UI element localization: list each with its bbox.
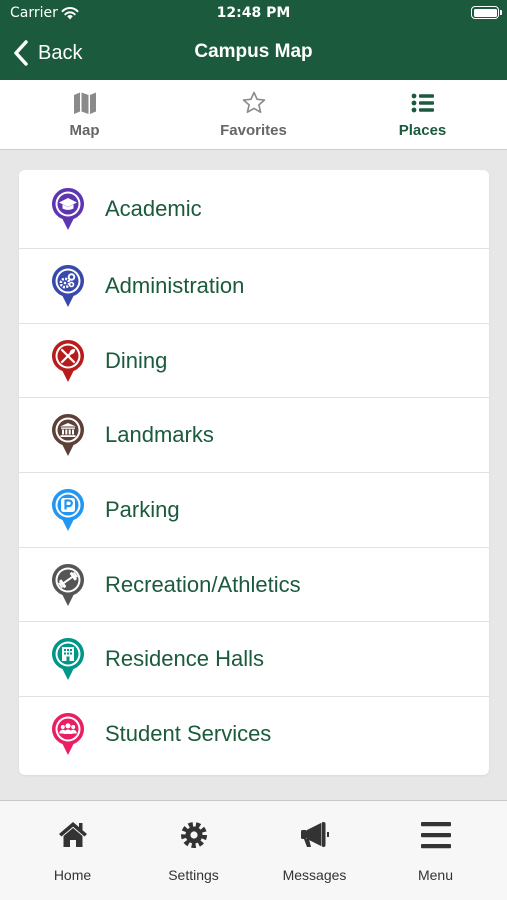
place-label: Dining	[105, 347, 168, 373]
gear-icon	[180, 822, 207, 848]
list-icon	[411, 93, 434, 113]
nav-settings[interactable]: Settings	[133, 801, 254, 900]
tab-label: Places	[398, 122, 447, 139]
place-item-administration[interactable]: Administration	[19, 249, 489, 324]
tab-label: Map	[69, 122, 100, 139]
place-item-student-services[interactable]: Student Services	[19, 697, 489, 772]
map-icon	[73, 92, 96, 114]
status-bar: Carrier 12:48 PM	[0, 0, 507, 26]
battery-icon	[471, 6, 502, 19]
place-label: Student Services	[105, 721, 272, 747]
place-item-recreation-athletics[interactable]: Recreation/Athletics	[19, 548, 489, 623]
landmark-icon	[52, 414, 84, 457]
tab-label: Favorites	[220, 122, 287, 139]
bottom-navigation: Home Settings Messages Menu	[0, 800, 507, 900]
place-label: Residence Halls	[105, 646, 264, 672]
place-item-dining[interactable]: Dining	[19, 324, 489, 399]
navigation-bar: Back Campus Map	[0, 26, 507, 80]
nav-label: Settings	[168, 867, 219, 883]
place-label: Recreation/Athletics	[105, 571, 301, 597]
clock-label: 12:48 PM	[216, 5, 291, 21]
place-item-academic[interactable]: Academic	[19, 170, 489, 249]
home-icon	[58, 822, 87, 847]
nav-label: Menu	[417, 867, 454, 883]
page-title: Campus Map	[194, 41, 313, 62]
nav-home[interactable]: Home	[12, 801, 133, 900]
tab-places[interactable]: Places	[338, 80, 507, 149]
place-item-landmarks[interactable]: Landmarks	[19, 398, 489, 474]
place-label: Academic	[105, 196, 202, 221]
tab-map[interactable]: Map	[0, 80, 169, 149]
place-label: Parking	[105, 496, 180, 522]
nav-label: Messages	[282, 867, 347, 883]
megaphone-icon	[300, 822, 329, 847]
nav-messages[interactable]: Messages	[254, 801, 375, 900]
graduation-cap-icon	[52, 187, 84, 230]
gears-icon	[52, 264, 84, 307]
star-outline-icon	[242, 91, 265, 113]
tab-favorites[interactable]: Favorites	[169, 80, 338, 149]
place-label: Administration	[105, 272, 245, 298]
parking-icon	[52, 488, 84, 531]
utensils-icon	[52, 339, 84, 382]
view-tabs: Map Favorites Places	[0, 80, 507, 150]
place-item-residence-halls[interactable]: Residence Halls	[19, 622, 489, 698]
nav-menu[interactable]: Menu	[375, 801, 496, 900]
users-icon	[52, 713, 84, 756]
place-label: Landmarks	[105, 422, 214, 448]
place-item-parking[interactable]: Parking	[19, 473, 489, 548]
building-icon	[52, 638, 84, 681]
dumbbell-icon	[52, 563, 84, 606]
nav-label: Home	[53, 867, 92, 883]
places-list: Academic Administration Dining Landmarks…	[19, 170, 489, 775]
hamburger-icon	[420, 822, 451, 849]
